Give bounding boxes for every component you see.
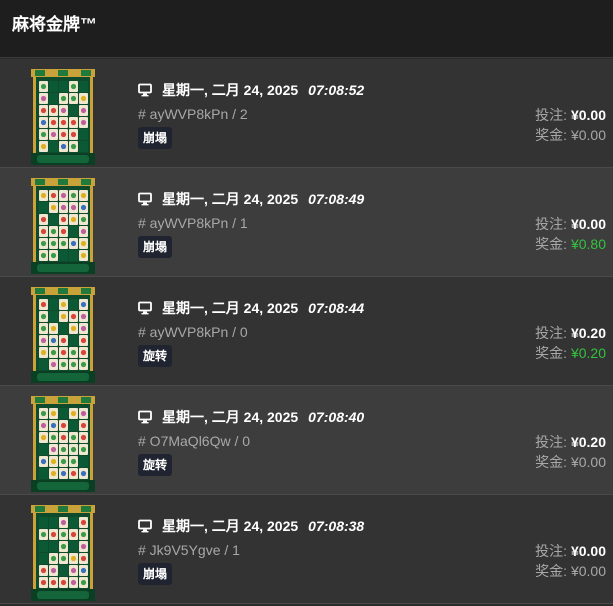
win-amount: 奖金: ¥0.00	[535, 561, 606, 581]
history-list: 星期一, 二月 24, 2025 07:08:52 # ayWVP8kPn / …	[0, 59, 613, 604]
bet-value: ¥0.20	[570, 325, 606, 341]
type-badge: 崩塌	[138, 563, 173, 585]
session-id: # ayWVP8kPn / 0	[138, 324, 248, 340]
win-label: 奖金:	[535, 236, 568, 252]
monitor-icon	[138, 519, 152, 533]
bet-label: 投注:	[535, 543, 568, 559]
row-datetime: 星期一, 二月 24, 2025 07:08:40	[138, 407, 364, 427]
app-header: 麻将金牌™	[0, 0, 613, 58]
type-badge: 崩塌	[138, 236, 173, 258]
bet-label: 投注:	[535, 216, 568, 232]
row-time: 07:08:38	[308, 518, 365, 534]
type-badge: 旋转	[138, 454, 173, 476]
win-value: ¥0.20	[570, 345, 606, 361]
game-thumbnail	[31, 396, 95, 492]
monitor-icon	[138, 83, 152, 97]
row-date: 星期一, 二月 24, 2025	[162, 300, 299, 316]
bet-value: ¥0.20	[570, 434, 606, 450]
win-label: 奖金:	[535, 454, 568, 470]
bet-value: ¥0.00	[570, 216, 606, 232]
type-badge: 旋转	[138, 345, 173, 367]
bet-value: ¥0.00	[570, 107, 606, 123]
session-id: # Jk9V5Ygve / 1	[138, 542, 240, 558]
win-label: 奖金:	[535, 563, 568, 579]
monitor-icon	[138, 410, 152, 424]
page-title: 麻将金牌™	[12, 15, 97, 34]
row-datetime: 星期一, 二月 24, 2025 07:08:44	[138, 298, 364, 318]
win-value: ¥0.00	[570, 454, 606, 470]
row-date: 星期一, 二月 24, 2025	[162, 82, 299, 98]
row-date: 星期一, 二月 24, 2025	[162, 518, 299, 534]
bet-amount: 投注: ¥0.20	[535, 323, 606, 343]
history-row[interactable]: 星期一, 二月 24, 2025 07:08:52 # ayWVP8kPn / …	[0, 59, 613, 168]
bet-label: 投注:	[535, 107, 568, 123]
row-time: 07:08:40	[308, 409, 365, 425]
monitor-icon	[138, 301, 152, 315]
row-datetime: 星期一, 二月 24, 2025 07:08:52	[138, 80, 364, 100]
win-value: ¥0.00	[570, 127, 606, 143]
win-amount: 奖金: ¥0.00	[535, 125, 606, 145]
bet-amount: 投注: ¥0.00	[535, 541, 606, 561]
bet-label: 投注:	[535, 325, 568, 341]
game-thumbnail	[31, 178, 95, 274]
bet-amount: 投注: ¥0.20	[535, 432, 606, 452]
win-label: 奖金:	[535, 127, 568, 143]
session-id: # ayWVP8kPn / 2	[138, 106, 248, 122]
win-value: ¥0.80	[570, 236, 606, 252]
win-amount: 奖金: ¥0.80	[535, 234, 606, 254]
bet-amount: 投注: ¥0.00	[535, 105, 606, 125]
session-id: # ayWVP8kPn / 1	[138, 215, 248, 231]
row-date: 星期一, 二月 24, 2025	[162, 191, 299, 207]
history-row[interactable]: 星期一, 二月 24, 2025 07:08:38 # Jk9V5Ygve / …	[0, 495, 613, 604]
row-datetime: 星期一, 二月 24, 2025 07:08:38	[138, 516, 364, 536]
row-date: 星期一, 二月 24, 2025	[162, 409, 299, 425]
bet-value: ¥0.00	[570, 543, 606, 559]
session-id: # O7MaQl6Qw / 0	[138, 433, 251, 449]
history-row[interactable]: 星期一, 二月 24, 2025 07:08:49 # ayWVP8kPn / …	[0, 168, 613, 277]
row-time: 07:08:44	[308, 300, 365, 316]
bet-label: 投注:	[535, 434, 568, 450]
bet-amount: 投注: ¥0.00	[535, 214, 606, 234]
row-datetime: 星期一, 二月 24, 2025 07:08:49	[138, 189, 364, 209]
game-thumbnail	[31, 287, 95, 383]
type-badge: 崩塌	[138, 127, 173, 149]
win-amount: 奖金: ¥0.20	[535, 343, 606, 363]
win-value: ¥0.00	[570, 563, 606, 579]
game-thumbnail	[31, 69, 95, 165]
row-time: 07:08:49	[308, 191, 365, 207]
history-row[interactable]: 星期一, 二月 24, 2025 07:08:40 # O7MaQl6Qw / …	[0, 386, 613, 495]
win-amount: 奖金: ¥0.00	[535, 452, 606, 472]
game-thumbnail	[31, 505, 95, 601]
monitor-icon	[138, 192, 152, 206]
row-time: 07:08:52	[308, 82, 365, 98]
win-label: 奖金:	[535, 345, 568, 361]
history-row[interactable]: 星期一, 二月 24, 2025 07:08:44 # ayWVP8kPn / …	[0, 277, 613, 386]
